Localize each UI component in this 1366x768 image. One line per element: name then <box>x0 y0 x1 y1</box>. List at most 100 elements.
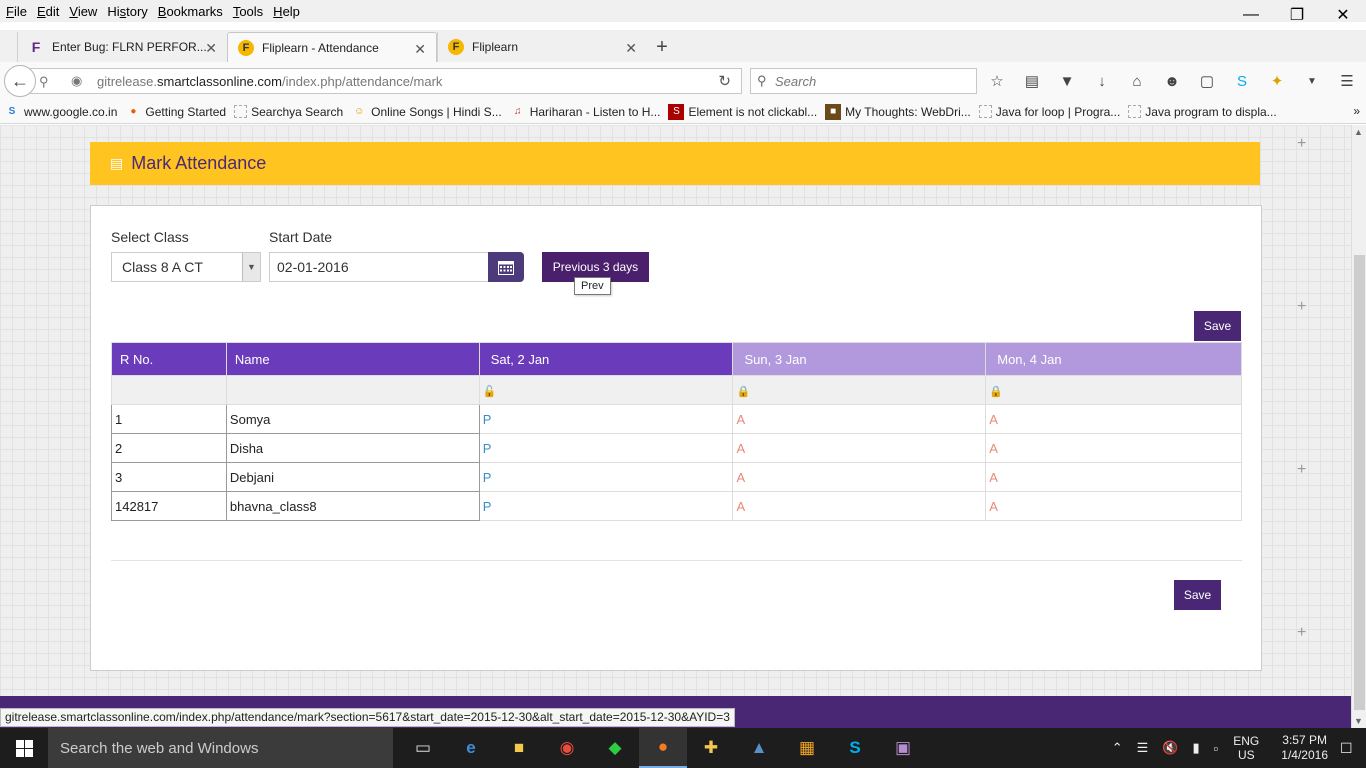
pocket-icon[interactable]: ▼ <box>1055 70 1079 92</box>
plus-decoration-icon: + <box>1297 135 1307 152</box>
restore-icon[interactable]: ❐ <box>1274 0 1320 30</box>
bookmark-label: Java program to displa... <box>1145 104 1277 119</box>
taskbar-search-input[interactable]: Search the web and Windows <box>48 728 393 768</box>
firefox-icon: ● <box>130 106 137 117</box>
bookmarks-overflow-icon[interactable]: » <box>1353 104 1360 118</box>
tab-fliplearn[interactable]: F Fliplearn ✕ <box>437 32 647 62</box>
attendance-mark[interactable]: P <box>478 404 734 434</box>
save-button-bottom[interactable]: Save <box>1174 580 1221 610</box>
chrome-icon[interactable]: ◉ <box>543 728 591 768</box>
attendance-mark[interactable]: A <box>985 462 1242 492</box>
bookmark-item[interactable]: ♫ Hariharan - Listen to H... <box>510 104 661 120</box>
dropdown-icon[interactable]: ▼ <box>1300 70 1324 92</box>
language-indicator[interactable]: ENG US <box>1233 734 1259 762</box>
edge-icon[interactable]: e <box>447 728 495 768</box>
blank-page-icon <box>1128 105 1142 118</box>
wifi-icon[interactable]: ☰ <box>1137 740 1149 756</box>
attendance-mark[interactable]: A <box>732 404 987 434</box>
back-button[interactable]: ← <box>4 65 36 97</box>
attendance-mark[interactable]: A <box>985 433 1242 463</box>
message-icon[interactable]: ▫ <box>1214 741 1219 756</box>
close-tab-icon[interactable]: ✕ <box>625 40 637 57</box>
menu-file[interactable]: File <box>6 4 27 19</box>
bookmark-item[interactable]: ☺ Online Songs | Hindi S... <box>351 104 502 120</box>
attendance-mark[interactable]: A <box>732 433 987 463</box>
tab-attendance[interactable]: F Fliplearn - Attendance ✕ <box>227 32 437 62</box>
system-tray: ⌃ ☰ 🔇 ▮ ▫ ENG US 3:57 PM 1/4/2016 ☐ <box>1105 728 1366 768</box>
reload-icon[interactable]: ↻ <box>718 72 731 90</box>
mysql-icon[interactable]: ▲ <box>735 728 783 768</box>
attendance-mark[interactable]: P <box>478 491 734 521</box>
home-icon[interactable]: ⌂ <box>1125 70 1149 92</box>
attendance-mark[interactable]: A <box>732 462 987 492</box>
scroll-up-icon[interactable]: ▲ <box>1354 127 1363 137</box>
menu-tools[interactable]: Tools <box>233 4 263 19</box>
attendance-mark[interactable]: A <box>732 491 987 521</box>
fliplearn-app-icon[interactable]: ◆ <box>591 728 639 768</box>
attendance-mark[interactable]: A <box>985 404 1242 434</box>
menu-bookmarks[interactable]: Bookmarks <box>158 4 223 19</box>
lock-icon[interactable]: 🔒 <box>736 386 750 398</box>
tab-enter-bug[interactable]: F Enter Bug: FLRN PERFOR... ✕ <box>17 32 227 62</box>
hamburger-menu-icon[interactable]: ☰ <box>1335 70 1359 92</box>
firefox-icon[interactable]: ● <box>639 728 687 768</box>
bookmark-item[interactable]: ● Getting Started <box>125 104 226 120</box>
menu-history[interactable]: History <box>107 4 147 19</box>
close-tab-icon[interactable]: ✕ <box>414 41 426 58</box>
extension-icon[interactable]: ✦ <box>1265 70 1289 92</box>
start-date-input[interactable]: 02-01-2016 <box>269 252 489 282</box>
task-view-icon[interactable]: ▭ <box>399 728 447 768</box>
scrollbar-thumb[interactable] <box>1354 255 1365 710</box>
menu-edit[interactable]: Edit <box>37 4 59 19</box>
url-bar[interactable]: ⚲ ◉ gitrelease. smartclassonline.com/inde… <box>30 68 742 94</box>
column-header-date-1[interactable]: Sat, 2 Jan <box>478 342 734 376</box>
bookmark-item[interactable]: Java program to displa... <box>1128 104 1277 119</box>
menu-view[interactable]: View <box>69 4 97 19</box>
page-scrollbar[interactable]: ▲ ▼ <box>1351 125 1366 728</box>
notification-icon[interactable]: ☐ <box>1340 740 1366 757</box>
minimize-icon[interactable]: — <box>1228 0 1274 30</box>
pin-app-icon[interactable]: ✚ <box>687 728 735 768</box>
game-app-icon[interactable]: ▣ <box>879 728 927 768</box>
plus-decoration-icon: + <box>1297 624 1307 641</box>
column-header-date-3[interactable]: Mon, 4 Jan <box>985 342 1242 376</box>
skype-icon[interactable]: S <box>1230 70 1254 92</box>
calendar-button[interactable] <box>488 252 524 282</box>
chat-icon[interactable]: ☻ <box>1160 70 1184 92</box>
chevron-up-icon[interactable]: ⌃ <box>1112 740 1123 756</box>
close-tab-icon[interactable]: ✕ <box>205 40 217 57</box>
scroll-down-icon[interactable]: ▼ <box>1354 716 1363 726</box>
attendance-mark[interactable]: A <box>985 491 1242 521</box>
key-icon[interactable]: ⚲ <box>39 74 49 90</box>
volume-muted-icon[interactable]: 🔇 <box>1162 740 1178 756</box>
save-button-top[interactable]: Save <box>1194 311 1241 341</box>
bookmark-label: Hariharan - Listen to H... <box>529 104 661 119</box>
file-explorer-icon[interactable]: ■ <box>495 728 543 768</box>
outlook-icon[interactable]: ▦ <box>783 728 831 768</box>
unlock-icon[interactable]: 🔓 <box>483 386 497 398</box>
bookmark-item[interactable]: S Element is not clickabl... <box>668 103 817 120</box>
clock[interactable]: 3:57 PM 1/4/2016 <box>1281 733 1328 763</box>
windows-start-button[interactable] <box>0 728 48 768</box>
attendance-mark[interactable]: P <box>478 462 734 492</box>
new-tab-icon[interactable]: + <box>647 32 677 62</box>
s-red-icon: S <box>668 103 685 120</box>
class-select[interactable]: Class 8 A CT ▼ <box>111 252 261 282</box>
chevron-down-icon[interactable]: ▼ <box>242 253 260 281</box>
bookmark-star-icon[interactable]: ☆ <box>985 70 1009 92</box>
close-window-icon[interactable]: ✕ <box>1320 0 1366 30</box>
bookmark-item[interactable]: Java for loop | Progra... <box>978 105 1120 119</box>
search-input[interactable]: ⚲ Search <box>750 68 977 94</box>
bookmark-item[interactable]: Searchya Search <box>234 105 343 119</box>
column-header-date-2[interactable]: Sun, 3 Jan <box>732 342 987 376</box>
skype-taskbar-icon[interactable]: S <box>831 728 879 768</box>
menu-help[interactable]: Help <box>273 4 300 19</box>
bookmark-item[interactable]: ■ My Thoughts: WebDri... <box>825 103 971 120</box>
reading-list-icon[interactable]: ▤ <box>1020 70 1044 92</box>
screenshot-icon[interactable]: ▢ <box>1195 70 1219 92</box>
lock-icon[interactable]: 🔒 <box>989 386 1003 398</box>
bookmark-item[interactable]: Swww.google.co.in <box>4 104 118 120</box>
attendance-mark[interactable]: P <box>478 433 734 463</box>
download-icon[interactable]: ↓ <box>1090 70 1114 92</box>
battery-icon[interactable]: ▮ <box>1193 740 1200 756</box>
